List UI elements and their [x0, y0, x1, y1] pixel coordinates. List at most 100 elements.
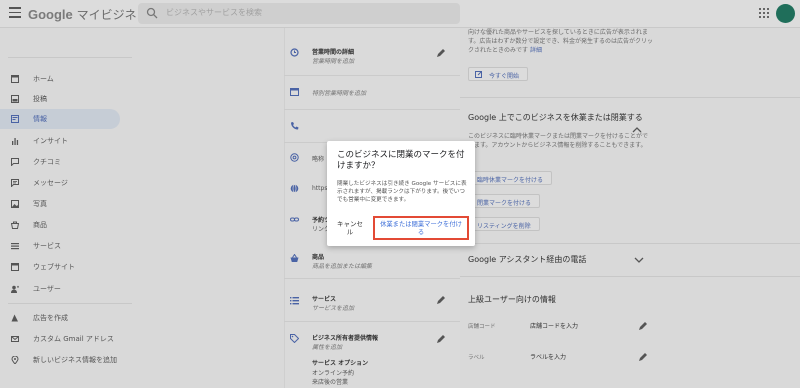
sidebar-divider: [8, 57, 132, 58]
sidebar-divider: [8, 303, 132, 304]
globe-icon: [290, 184, 299, 193]
search-input[interactable]: ビジネスやサービスを検索: [166, 7, 262, 18]
attributes-sub: 属性を追加: [312, 344, 343, 351]
edit-icon[interactable]: [638, 322, 647, 331]
sidebar-item-create-ad[interactable]: 広告を作成: [0, 308, 120, 328]
avatar[interactable]: [776, 4, 795, 23]
close-business-text: このビジネスに臨時休業マークまたは閉業マークを付けることができます。アカウントか…: [468, 133, 649, 149]
assistant-calls-heading: Google アシスタント経由の電話: [468, 255, 587, 264]
calendar-icon: [290, 88, 299, 96]
start-ad-label: 今すぐ開始: [489, 73, 520, 80]
add-location-icon: [11, 356, 19, 364]
hours-detail-sub: 営業時間を追加: [312, 58, 355, 65]
sidebar-item-add-business[interactable]: 新しいビジネス情報を追加: [0, 350, 120, 370]
sidebar-item-label: メッセージ: [33, 179, 68, 187]
special-hours-sub: 特別営業時間を追加: [312, 90, 367, 97]
service-options-line: オンライン予約: [312, 370, 355, 377]
products-row[interactable]: 商品 商品を追加または編集: [284, 251, 460, 271]
temp-close-button[interactable]: 臨時休業マークを付ける: [468, 171, 553, 185]
post-icon: [11, 95, 19, 103]
sidebar-item-label: サービス: [33, 242, 61, 250]
list-icon: [290, 297, 299, 305]
services-sub: サービスを追加: [312, 305, 355, 312]
ad-description: 向けな優れた商品やサービスを探しているときに広告が表示されます。広告はわずか数分…: [468, 28, 658, 55]
home-icon: [11, 75, 19, 83]
services-row[interactable]: サービス サービスを追加: [284, 293, 460, 313]
website-icon: [11, 263, 19, 271]
dialog-title: このビジネスに閉業のマークを付けますか？: [337, 150, 465, 171]
sidebar-item-label: インサイト: [33, 137, 68, 145]
row-divider: [284, 109, 460, 110]
link-icon: [290, 217, 299, 222]
sidebar-item-label: ユーザー: [33, 285, 61, 293]
sidebar-item-info[interactable]: 情報: [0, 109, 120, 129]
advanced-info-heading: 上級ユーザー向けの情報: [468, 295, 556, 304]
mark-closed-dialog: このビジネスに閉業のマークを付けますか？ 閉業したビジネスは引き続き Googl…: [327, 141, 475, 246]
remove-listing-button[interactable]: リスティングを削除: [468, 217, 540, 231]
search-icon: [146, 7, 158, 19]
services-title: サービス: [312, 296, 337, 303]
message-icon: [11, 179, 19, 187]
gmail-icon: [11, 335, 19, 343]
app-logo[interactable]: Google マイビジネス: [28, 6, 149, 23]
sidebar-item-home[interactable]: ホーム: [0, 69, 120, 89]
hours-detail-row[interactable]: 営業時間の詳細 営業時間を追加: [284, 46, 460, 70]
sidebar-item-insights[interactable]: インサイト: [0, 131, 120, 151]
sidebar-item-label: 商品: [33, 221, 47, 229]
sidebar-item-label: ウェブサイト: [33, 263, 75, 271]
at-sign-icon: [290, 153, 299, 162]
edit-icon[interactable]: [436, 335, 445, 344]
sidebar: ホーム 投稿 情報 インサイト クチコミ メッセージ 写真 商品 サービス ウェ…: [0, 28, 132, 388]
sidebar-item-website[interactable]: ウェブサイト: [0, 257, 120, 277]
apps-grid-icon[interactable]: [759, 8, 769, 18]
special-hours-row[interactable]: 特別営業時間を追加: [284, 86, 460, 102]
confirm-close-button[interactable]: 休業または閉業マークを付ける: [373, 216, 469, 240]
sidebar-item-reviews[interactable]: クチコミ: [0, 152, 120, 172]
sidebar-item-users[interactable]: ユーザー: [0, 279, 120, 299]
labels-value[interactable]: ラベルを入力: [530, 352, 566, 361]
edit-icon[interactable]: [638, 353, 647, 362]
ad-learn-more-link[interactable]: 詳細: [530, 47, 542, 54]
tag-icon: [290, 334, 299, 343]
photo-icon: [11, 200, 19, 208]
sidebar-item-gmail[interactable]: カスタム Gmail アドレス: [0, 329, 120, 349]
edit-icon[interactable]: [436, 296, 445, 305]
clock-plus-icon: [290, 48, 299, 57]
mark-closed-button[interactable]: 閉業マークを付ける: [468, 194, 541, 208]
row-divider: [284, 75, 460, 76]
sidebar-item-label: 新しいビジネス情報を追加: [33, 356, 117, 364]
start-ad-button[interactable]: 今すぐ開始: [468, 67, 529, 81]
products-icon: [11, 221, 19, 229]
sidebar-item-messages[interactable]: メッセージ: [0, 173, 120, 193]
row-divider: [284, 278, 460, 279]
products-title: 商品: [312, 254, 325, 261]
sidebar-item-photos[interactable]: 写真: [0, 194, 120, 214]
sidebar-item-services[interactable]: サービス: [0, 236, 120, 256]
store-code-value[interactable]: 店舗コードを入力: [530, 321, 578, 330]
sidebar-item-label: 投稿: [33, 95, 47, 103]
section-divider: [460, 97, 800, 98]
ads-icon: [11, 314, 19, 322]
hours-detail-title: 営業時間の詳細: [312, 49, 355, 56]
dialog-body: 閉業したビジネスは引き続き Google サービスに表示されますが、掲載ランクは…: [337, 181, 467, 203]
attributes-title: ビジネス所有者提供情報: [312, 335, 379, 342]
logo-brand: Google: [28, 7, 73, 22]
website-url-text: https: [312, 185, 328, 192]
sidebar-item-products[interactable]: 商品: [0, 215, 120, 235]
store-code-label: 店舗コード: [468, 324, 496, 330]
right-panel: 向けな優れた商品やサービスを探しているときに広告が表示されます。広告はわずか数分…: [460, 28, 800, 388]
top-app-bar: Google マイビジネス ビジネスやサービスを検索: [0, 0, 800, 28]
sidebar-item-label: カスタム Gmail アドレス: [33, 335, 114, 343]
main-menu-icon[interactable]: [9, 7, 21, 19]
chevron-down-icon[interactable]: [634, 257, 644, 263]
attributes-row[interactable]: ビジネス所有者提供情報 属性を追加 サービス オプション オンライン予約 来店後…: [284, 333, 460, 388]
cancel-button[interactable]: キャンセル: [336, 220, 364, 236]
close-business-heading: Google 上でこのビジネスを休業または閉業する: [468, 113, 643, 122]
service-options-title: サービス オプション: [312, 360, 369, 367]
phone-row[interactable]: [284, 120, 460, 134]
users-icon: [11, 285, 19, 293]
edit-icon[interactable]: [436, 49, 445, 58]
search-bar[interactable]: ビジネスやサービスを検索: [138, 3, 460, 24]
basket-icon: [290, 254, 299, 262]
sidebar-item-posts[interactable]: 投稿: [0, 89, 120, 109]
